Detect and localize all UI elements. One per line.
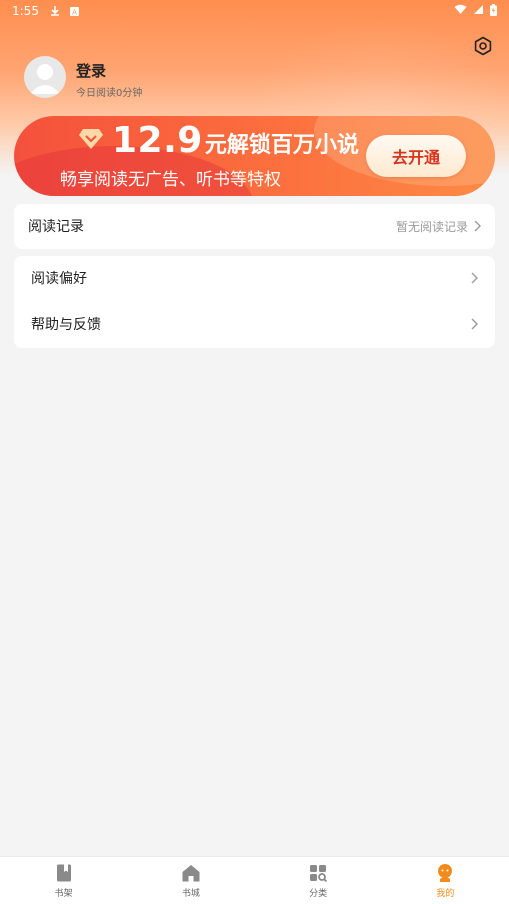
reading-record-status-group: 暂无阅读记录 [396, 218, 482, 235]
svg-text:A: A [72, 8, 77, 16]
status-bar: 1:55 A [0, 0, 509, 22]
login-link[interactable]: 登录 [76, 60, 106, 81]
vip-price: 12.9 [112, 120, 203, 161]
chevron-right-icon [474, 220, 481, 232]
profile-icon [438, 863, 453, 882]
settings-button[interactable] [473, 36, 493, 56]
nav-item-category[interactable]: 分类 [255, 857, 382, 904]
notification-icon: A [69, 6, 80, 17]
bookshelf-icon [56, 864, 71, 881]
bottom-nav: 书架 书城 分类 我的 [0, 856, 509, 904]
menu-item-chevron-wrap [465, 317, 479, 331]
menu-item-reading-preference[interactable]: 阅读偏好 [14, 256, 495, 300]
reading-record-card[interactable]: 阅读记录 暂无阅读记录 [14, 204, 495, 249]
menu-card: 阅读偏好 帮助与反馈 [14, 256, 495, 348]
vip-subtitle: 畅享阅读无广告、听书等特权 [60, 170, 281, 190]
status-right-group [454, 3, 497, 19]
settings-icon [474, 36, 492, 56]
menu-item-help-feedback[interactable]: 帮助与反馈 [14, 302, 495, 346]
home-icon [182, 864, 200, 881]
category-icon [310, 864, 328, 882]
nav-item-bookstore[interactable]: 书城 [127, 857, 254, 904]
nav-label: 我的 [436, 888, 455, 899]
battery-icon [490, 3, 497, 19]
reading-record-row[interactable]: 阅读记录 暂无阅读记录 [14, 204, 495, 248]
vip-banner[interactable]: 12.9 元解锁百万小说 畅享阅读无广告、听书等特权 去开通 [14, 116, 495, 196]
vip-activate-button[interactable]: 去开通 [366, 135, 466, 177]
reading-record-label: 阅读记录 [28, 219, 84, 235]
chevron-right-icon [471, 272, 478, 284]
nav-label: 分类 [309, 888, 328, 899]
download-icon [49, 5, 61, 17]
signal-icon [473, 4, 484, 18]
reading-record-status: 暂无阅读记录 [395, 219, 468, 234]
nav-label: 书城 [181, 888, 200, 899]
vip-headline: 12.9 元解锁百万小说 [112, 120, 359, 161]
status-time: 1:55 [12, 4, 39, 18]
chevron-right-icon [471, 318, 478, 330]
menu-item-chevron-wrap [465, 271, 479, 285]
wifi-icon [454, 4, 467, 18]
menu-item-label: 帮助与反馈 [31, 317, 101, 333]
nav-item-profile[interactable]: 我的 [382, 857, 509, 904]
diamond-icon [79, 129, 103, 149]
nav-item-bookshelf[interactable]: 书架 [0, 857, 127, 904]
menu-item-label: 阅读偏好 [31, 271, 87, 287]
vip-unlock-text: 元解锁百万小说 [204, 133, 359, 158]
today-read-time: 今日阅读0分钟 [76, 88, 143, 99]
nav-label: 书架 [54, 888, 73, 899]
avatar[interactable] [24, 56, 66, 98]
